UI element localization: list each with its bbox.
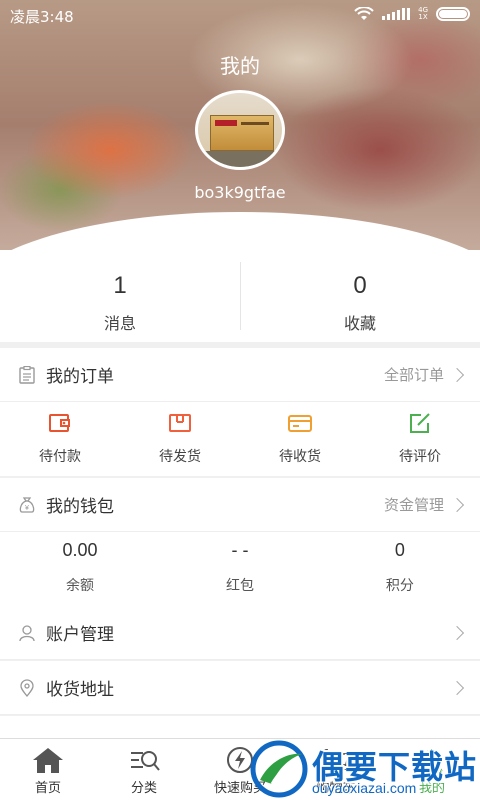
account-management-row[interactable]: 账户管理	[0, 606, 480, 660]
wallet-icon	[49, 414, 70, 432]
order-status-label: 待评价	[399, 449, 441, 465]
wallet-label: 红包	[225, 578, 254, 594]
clipboard-icon	[18, 365, 36, 384]
edit-icon	[410, 413, 430, 433]
chevron-right-icon	[449, 497, 465, 512]
menu-label: 账户管理	[46, 625, 114, 645]
order-pending-payment[interactable]: 待付款	[0, 402, 120, 476]
stat-label: 收藏	[343, 314, 376, 333]
menu-label: 收货地址	[46, 680, 114, 700]
fund-management-link[interactable]: 资金管理	[384, 494, 444, 515]
status-icons: 4G 1X	[354, 7, 470, 21]
order-pending-shipment[interactable]: 待发货	[120, 402, 240, 476]
tab-home[interactable]: 首页	[0, 739, 96, 800]
wallet-grid: 0.00 余额 - - 红包 0 积分	[0, 532, 480, 606]
stat-favorites[interactable]: 0 收藏	[240, 250, 480, 342]
truck-icon	[288, 415, 312, 432]
all-orders-link[interactable]: 全部订单	[384, 364, 444, 385]
chevron-right-icon	[449, 625, 465, 640]
stat-messages[interactable]: 1 消息	[0, 250, 240, 342]
order-status-grid: 待付款 待发货 待收货 待评价	[0, 402, 480, 476]
username: bo3k9gtfae	[194, 183, 286, 202]
wallet-header[interactable]: ¥ 我的钱包 资金管理	[0, 478, 480, 532]
wallet-value: 0.00	[62, 540, 98, 560]
wallet-value: - -	[231, 540, 249, 560]
wallet-label: 积分	[385, 578, 414, 594]
wallet-balance[interactable]: 0.00 余额	[0, 532, 160, 606]
home-icon	[31, 745, 65, 775]
wallet-value: 0	[394, 540, 405, 560]
site-watermark: 偶要下载站 ouyaoxiazai.com	[250, 738, 480, 800]
orders-section: 我的订单 全部订单 待付款 待发货 待收货 待评价	[0, 348, 480, 476]
money-bag-icon: ¥	[18, 496, 36, 514]
svg-text:¥: ¥	[25, 505, 29, 512]
tab-label: 首页	[34, 781, 61, 796]
chevron-right-icon	[449, 680, 465, 695]
stat-value: 0	[353, 272, 367, 299]
tab-label: 分类	[130, 781, 157, 796]
network-indicator: 4G 1X	[418, 6, 428, 21]
wallet-title: 我的钱包	[46, 497, 114, 517]
wallet-section: ¥ 我的钱包 资金管理 0.00 余额 - - 红包 0 积分	[0, 478, 480, 606]
order-status-label: 待收货	[279, 449, 321, 465]
wallet-points[interactable]: 0 积分	[320, 532, 480, 606]
watermark-logo-icon	[250, 740, 308, 798]
stats-bar: 1 消息 0 收藏	[0, 250, 480, 342]
signal-icon	[382, 8, 411, 20]
shipping-address-row[interactable]: 收货地址	[0, 661, 480, 715]
page-title: 我的	[220, 54, 260, 78]
watermark-url: ouyaoxiazai.com	[312, 780, 417, 796]
battery-icon	[436, 7, 470, 21]
package-icon	[169, 414, 191, 432]
orders-header[interactable]: 我的订单 全部订单	[0, 348, 480, 402]
stat-value: 1	[113, 272, 127, 299]
wallet-red-packet[interactable]: - - 红包	[160, 532, 320, 606]
user-icon	[18, 624, 36, 642]
order-status-label: 待发货	[159, 449, 201, 465]
status-bar: 凌晨3:48 4G 1X	[0, 0, 480, 32]
chevron-right-icon	[449, 367, 465, 382]
wallet-label: 余额	[65, 578, 94, 594]
location-icon	[18, 678, 36, 697]
tab-category[interactable]: 分类	[96, 739, 192, 800]
category-search-icon	[127, 745, 161, 775]
order-pending-review[interactable]: 待评价	[360, 402, 480, 476]
avatar[interactable]	[195, 90, 285, 170]
orders-title: 我的订单	[46, 367, 114, 387]
stat-label: 消息	[103, 314, 136, 333]
profile-header: 凌晨3:48 4G 1X 我的 bo3k9gtfae	[0, 0, 480, 250]
wifi-icon	[354, 7, 374, 20]
status-time: 凌晨3:48	[10, 8, 74, 26]
order-pending-receipt[interactable]: 待收货	[240, 402, 360, 476]
order-status-label: 待付款	[39, 449, 81, 465]
